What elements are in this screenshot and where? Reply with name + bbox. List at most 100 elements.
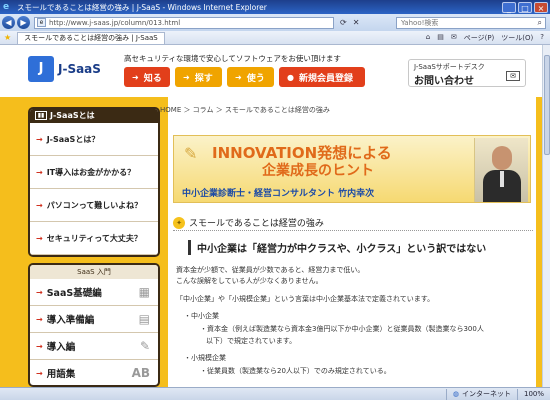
page-body: ▮▮ J-SaaSとは → J-SaaSとは？ → IT導入はお金がかかる？ → パソ… <box>0 97 542 387</box>
mail-icon: ✉ <box>506 71 520 81</box>
zoom-control[interactable]: 100% <box>516 388 550 400</box>
pencil-icon: ✎ <box>139 339 150 353</box>
web-page: J J-SaaS 高セキュリティな環境で安心してソフトウェアをお使い頂けます ➜… <box>0 45 542 387</box>
address-bar: ◀ ▶ e http://www.j-saas.jp/column/013.ht… <box>0 14 550 31</box>
support-desk-link[interactable]: J-SaaSサポートデスク お問い合わせ ✉ <box>408 59 526 87</box>
back-button[interactable]: ◀ <box>2 16 15 29</box>
sidebar-item-label: 導入編 <box>46 342 76 353</box>
logo-mark-icon: J <box>28 56 54 82</box>
favorites-star-icon[interactable]: ★ <box>4 33 11 42</box>
sidebar-item-label: SaaS基礎編 <box>46 288 102 299</box>
status-bar: ◍ インターネット 100% <box>0 387 550 400</box>
list-item: ・中小企業 <box>184 312 219 320</box>
arrow-right-icon: → <box>36 167 43 177</box>
search-input[interactable]: Yahoo!検索 ⌕ <box>396 16 546 29</box>
sidebar-item-glossary[interactable]: → 用語集 AB <box>30 360 158 385</box>
logo-text: J-SaaS <box>58 62 101 76</box>
arrow-right-icon: → <box>36 200 43 210</box>
building-icon: ▦ <box>138 285 150 299</box>
sidebar-item-label: セキュリティって大丈夫？ <box>46 233 142 243</box>
sidebar-intro: SaaS 入門 → SaaS基礎編 ▦ → 導入準備編 ▤ → 導入編 ✎ → 用語集 AB <box>28 263 160 387</box>
mail-icon[interactable]: ✉ <box>451 33 457 43</box>
zone-label: インターネット <box>461 389 511 398</box>
site-tagline: 高セキュリティな環境で安心してソフトウェアをお使い頂けます <box>124 54 341 63</box>
photo-head <box>492 146 512 170</box>
page-icon: e <box>37 18 46 27</box>
scrollbar-thumb[interactable] <box>544 55 550 155</box>
breadcrumb[interactable]: HOME ＞ コラム ＞ スモールであることは経営の強み <box>160 105 330 115</box>
support-title: J-SaaSサポートデスク <box>414 63 485 71</box>
search-placeholder: Yahoo!検索 <box>401 18 439 27</box>
sidebar-about-title-text: J-SaaSとは <box>50 111 95 120</box>
security-zone: ◍ インターネット <box>445 388 517 400</box>
url-field[interactable]: e http://www.j-saas.jp/column/013.html <box>34 16 334 29</box>
paragraph-1: 資本金が少額で、従業員が少数であると、経営力まで低い。 <box>176 266 365 274</box>
url-text: http://www.j-saas.jp/column/013.html <box>49 18 181 27</box>
book-icon: ▮▮ <box>35 111 47 120</box>
sidebar-item-intro[interactable]: → 導入編 ✎ <box>30 333 158 360</box>
column-banner: ✎ INNOVATION発想による 企業成長のヒント 中小企業診断士・経営コンサ… <box>173 135 531 203</box>
lightbulb-icon: ✦ <box>173 216 185 229</box>
window-titlebar: e スモールであることは経営の強み | J-SaaS - Windows Int… <box>0 0 550 14</box>
sidebar-item-pc[interactable]: → パソコンって難しいよね？ <box>30 189 158 222</box>
glossary-icon: AB <box>131 366 150 380</box>
photo-tie <box>500 171 504 187</box>
contact-label: お問い合わせ <box>414 76 474 87</box>
nav-register-button[interactable]: ● 新規会員登録 <box>279 67 365 87</box>
pen-icon: ✎ <box>184 144 198 163</box>
nav-know-button[interactable]: ➜ 知る <box>124 67 170 87</box>
arrow-icon: ➜ <box>235 72 242 82</box>
refresh-icon[interactable]: ⟳ <box>340 18 347 27</box>
close-button[interactable]: × <box>534 1 548 13</box>
maximize-button[interactable]: □ <box>518 1 532 13</box>
nav-label: 知る <box>143 73 162 84</box>
section-title-text: スモールであることは経営の強み <box>189 219 324 229</box>
banner-line2: 企業成長のヒント <box>262 163 374 179</box>
nav-label: 使う <box>246 73 265 84</box>
tab-current[interactable]: スモールであることは経営の強み | J-SaaS <box>17 31 165 44</box>
main-content: HOME ＞ コラム ＞ スモールであることは経営の強み ✎ INNOVATIO… <box>160 97 536 387</box>
arrow-right-icon: → <box>36 368 43 378</box>
arrow-right-icon: → <box>36 233 43 243</box>
arrow-icon: ➜ <box>183 72 190 82</box>
paragraph-2: こんな誤解をしている人が少なくありません。 <box>176 277 323 285</box>
nav-search-button[interactable]: ➜ 探す <box>175 67 222 87</box>
feeds-icon[interactable]: ▤ <box>437 33 444 43</box>
window-title: スモールであることは経営の強み | J-SaaS - Windows Inter… <box>17 2 267 12</box>
help-icon[interactable]: ? <box>540 33 544 43</box>
sidebar-item-cost[interactable]: → IT導入はお金がかかる？ <box>30 156 158 189</box>
ie-icon: e <box>3 2 10 12</box>
forward-button[interactable]: ▶ <box>17 16 30 29</box>
sidebar-item-label: パソコンって難しいよね？ <box>46 200 143 210</box>
nav-label: 新規会員登録 <box>298 73 353 84</box>
arrow-icon: ➜ <box>132 72 139 82</box>
home-icon[interactable]: ⌂ <box>426 33 430 43</box>
list-item: ・資本金（例えば製造業なら資本金3億円以下か中小企業）と従業員数（製造業なら30… <box>200 325 484 333</box>
nav-label: 探す <box>194 73 213 84</box>
section-title: ✦ スモールであることは経営の強み <box>173 215 533 231</box>
globe-icon: ◍ <box>452 389 459 398</box>
search-icon[interactable]: ⌕ <box>538 18 545 28</box>
nav-use-button[interactable]: ➜ 使う <box>227 67 274 87</box>
arrow-right-icon: → <box>36 134 43 144</box>
sidebar-item-prep[interactable]: → 導入準備編 ▤ <box>30 306 158 333</box>
site-logo[interactable]: J J-SaaS <box>28 55 108 83</box>
stop-icon[interactable]: ✕ <box>353 18 360 27</box>
sidebar-item-basics[interactable]: → SaaS基礎編 ▦ <box>30 279 158 306</box>
sidebar-about: ▮▮ J-SaaSとは → J-SaaSとは？ → IT導入はお金がかかる？ → パソ… <box>28 107 160 257</box>
sidebar-item-label: IT導入はお金がかかる？ <box>46 167 136 177</box>
banner-author: 中小企業診断士・経営コンサルタント 竹内幸次 <box>182 189 375 199</box>
page-menu[interactable]: ページ(P) <box>464 33 495 43</box>
arrow-right-icon: → <box>36 341 43 351</box>
document-icon: ▤ <box>138 312 150 326</box>
vertical-scrollbar[interactable] <box>542 45 550 387</box>
tools-menu[interactable]: ツール(O) <box>501 33 533 43</box>
author-photo <box>474 138 528 202</box>
main-nav: ➜ 知る ➜ 探す ➜ 使う ● 新規会員登録 <box>124 67 365 87</box>
arrow-right-icon: → <box>36 314 43 324</box>
command-bar: ⌂ ▤ ✉ ページ(P) ツール(O) ? <box>426 33 544 43</box>
sidebar-item-what[interactable]: → J-SaaSとは？ <box>30 123 158 156</box>
sidebar-item-label: 導入準備編 <box>46 315 95 326</box>
sidebar-item-security[interactable]: → セキュリティって大丈夫？ <box>30 222 158 255</box>
minimize-button[interactable]: _ <box>502 1 516 13</box>
